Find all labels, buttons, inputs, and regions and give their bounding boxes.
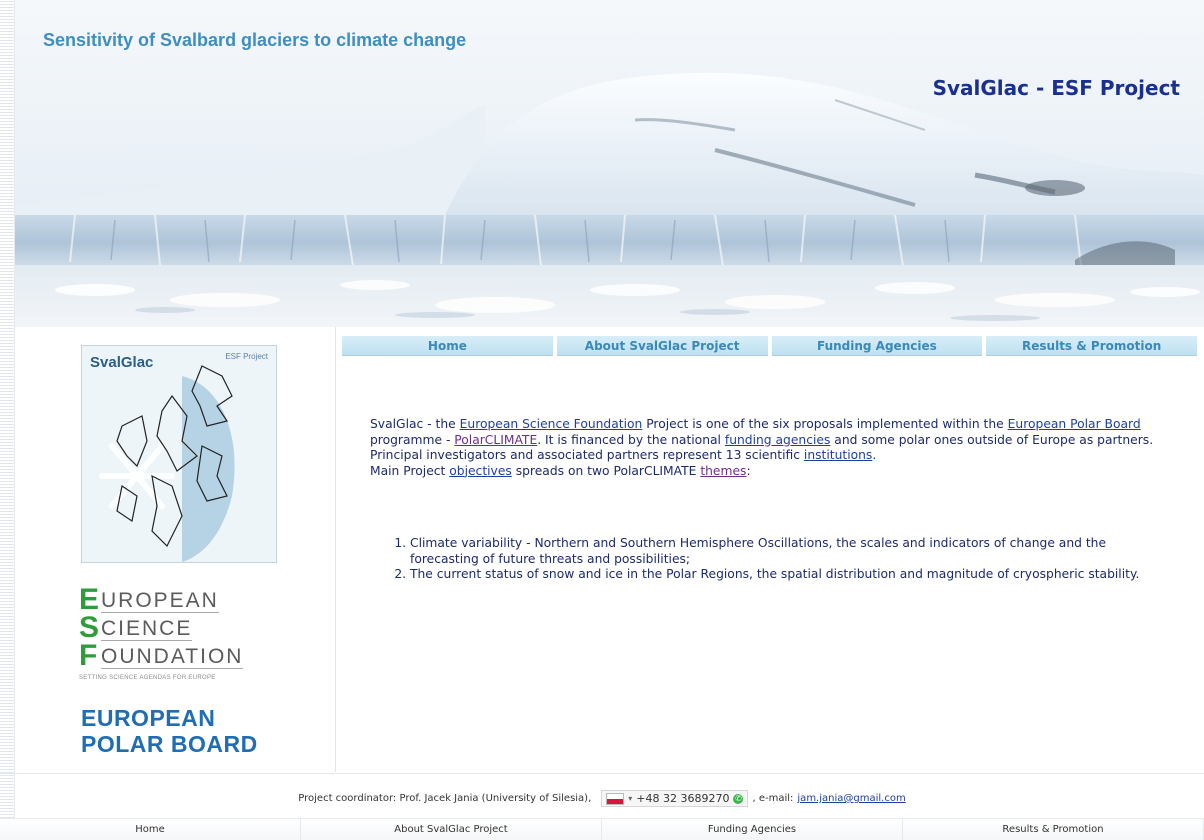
link-institutions[interactable]: institutions <box>804 448 872 462</box>
header-banner: Sensitivity of Svalbard glaciers to clim… <box>15 0 1204 327</box>
phone-widget[interactable]: ▾ +48 32 3689270 ✆ <box>601 790 749 807</box>
nav-home[interactable]: Home <box>342 336 553 356</box>
left-edge-pattern <box>0 0 15 839</box>
main-content: SvalGlac - the European Science Foundati… <box>370 417 1160 583</box>
svalbard-map-icon <box>82 346 276 562</box>
left-column: SvalGlac ESF Project E UROPEAN S CIENCE … <box>15 327 336 772</box>
svalglac-logo[interactable]: SvalGlac ESF Project <box>81 345 277 563</box>
coordinator-text: Project coordinator: Prof. Jacek Jania (… <box>298 793 592 804</box>
esf-line-foundation: F OUNDATION <box>79 639 244 672</box>
call-icon[interactable]: ✆ <box>733 793 744 804</box>
footer-nav-funding[interactable]: Funding Agencies <box>602 819 903 840</box>
svalglac-sub: ESF Project <box>225 352 268 361</box>
nav-about[interactable]: About SvalGlac Project <box>556 336 768 356</box>
footer-nav-results[interactable]: Results & Promotion <box>903 819 1204 840</box>
epb-logo[interactable]: EUROPEAN POLAR BOARD <box>81 705 258 757</box>
link-epb[interactable]: European Polar Board <box>1008 417 1141 431</box>
intro-paragraph: SvalGlac - the European Science Foundati… <box>370 417 1154 462</box>
link-themes[interactable]: themes <box>700 464 746 478</box>
footer-nav-about[interactable]: About SvalGlac Project <box>301 819 602 840</box>
top-nav: Home About SvalGlac Project Funding Agen… <box>342 336 1197 356</box>
objectives-paragraph: Main Project objectives spreads on two P… <box>370 463 751 478</box>
link-funding-agencies[interactable]: funding agencies <box>725 433 831 447</box>
esf-line-european: E UROPEAN <box>79 583 219 616</box>
svalglac-brand: SvalGlac <box>90 354 154 371</box>
phone-number: +48 32 3689270 <box>636 792 730 805</box>
link-objectives[interactable]: objectives <box>449 464 512 478</box>
list-item: The current status of snow and ice in th… <box>410 567 1160 583</box>
email-link[interactable]: jam.jania@gmail.com <box>797 793 905 804</box>
footer-divider <box>0 773 1204 774</box>
esf-logo[interactable]: E UROPEAN S CIENCE F OUNDATION SETTING S… <box>79 583 279 687</box>
coordinator-line: Project coordinator: Prof. Jacek Jania (… <box>0 790 1204 807</box>
epb-line2: POLAR BOARD <box>81 731 258 757</box>
link-polarclimate[interactable]: PolarCLIMATE <box>454 433 537 447</box>
footer-nav-home[interactable]: Home <box>0 819 301 840</box>
project-title: SvalGlac - ESF Project <box>932 76 1180 100</box>
esf-line-science: S CIENCE <box>79 611 193 644</box>
nav-results[interactable]: Results & Promotion <box>986 336 1197 356</box>
bottom-nav: Home About SvalGlac Project Funding Agen… <box>0 818 1204 840</box>
themes-list: Climate variability - Northern and South… <box>370 536 1160 583</box>
poland-flag-icon <box>606 792 625 805</box>
nav-funding[interactable]: Funding Agencies <box>771 336 983 356</box>
chevron-down-icon[interactable]: ▾ <box>628 794 632 803</box>
epb-line1: EUROPEAN <box>81 705 216 731</box>
esf-tagline: SETTING SCIENCE AGENDAS FOR EUROPE <box>79 675 216 681</box>
link-esf[interactable]: European Science Foundation <box>460 417 643 431</box>
site-title: Sensitivity of Svalbard glaciers to clim… <box>43 30 467 50</box>
email-label: , e-mail: <box>752 793 794 804</box>
list-item: Climate variability - Northern and South… <box>410 536 1160 567</box>
